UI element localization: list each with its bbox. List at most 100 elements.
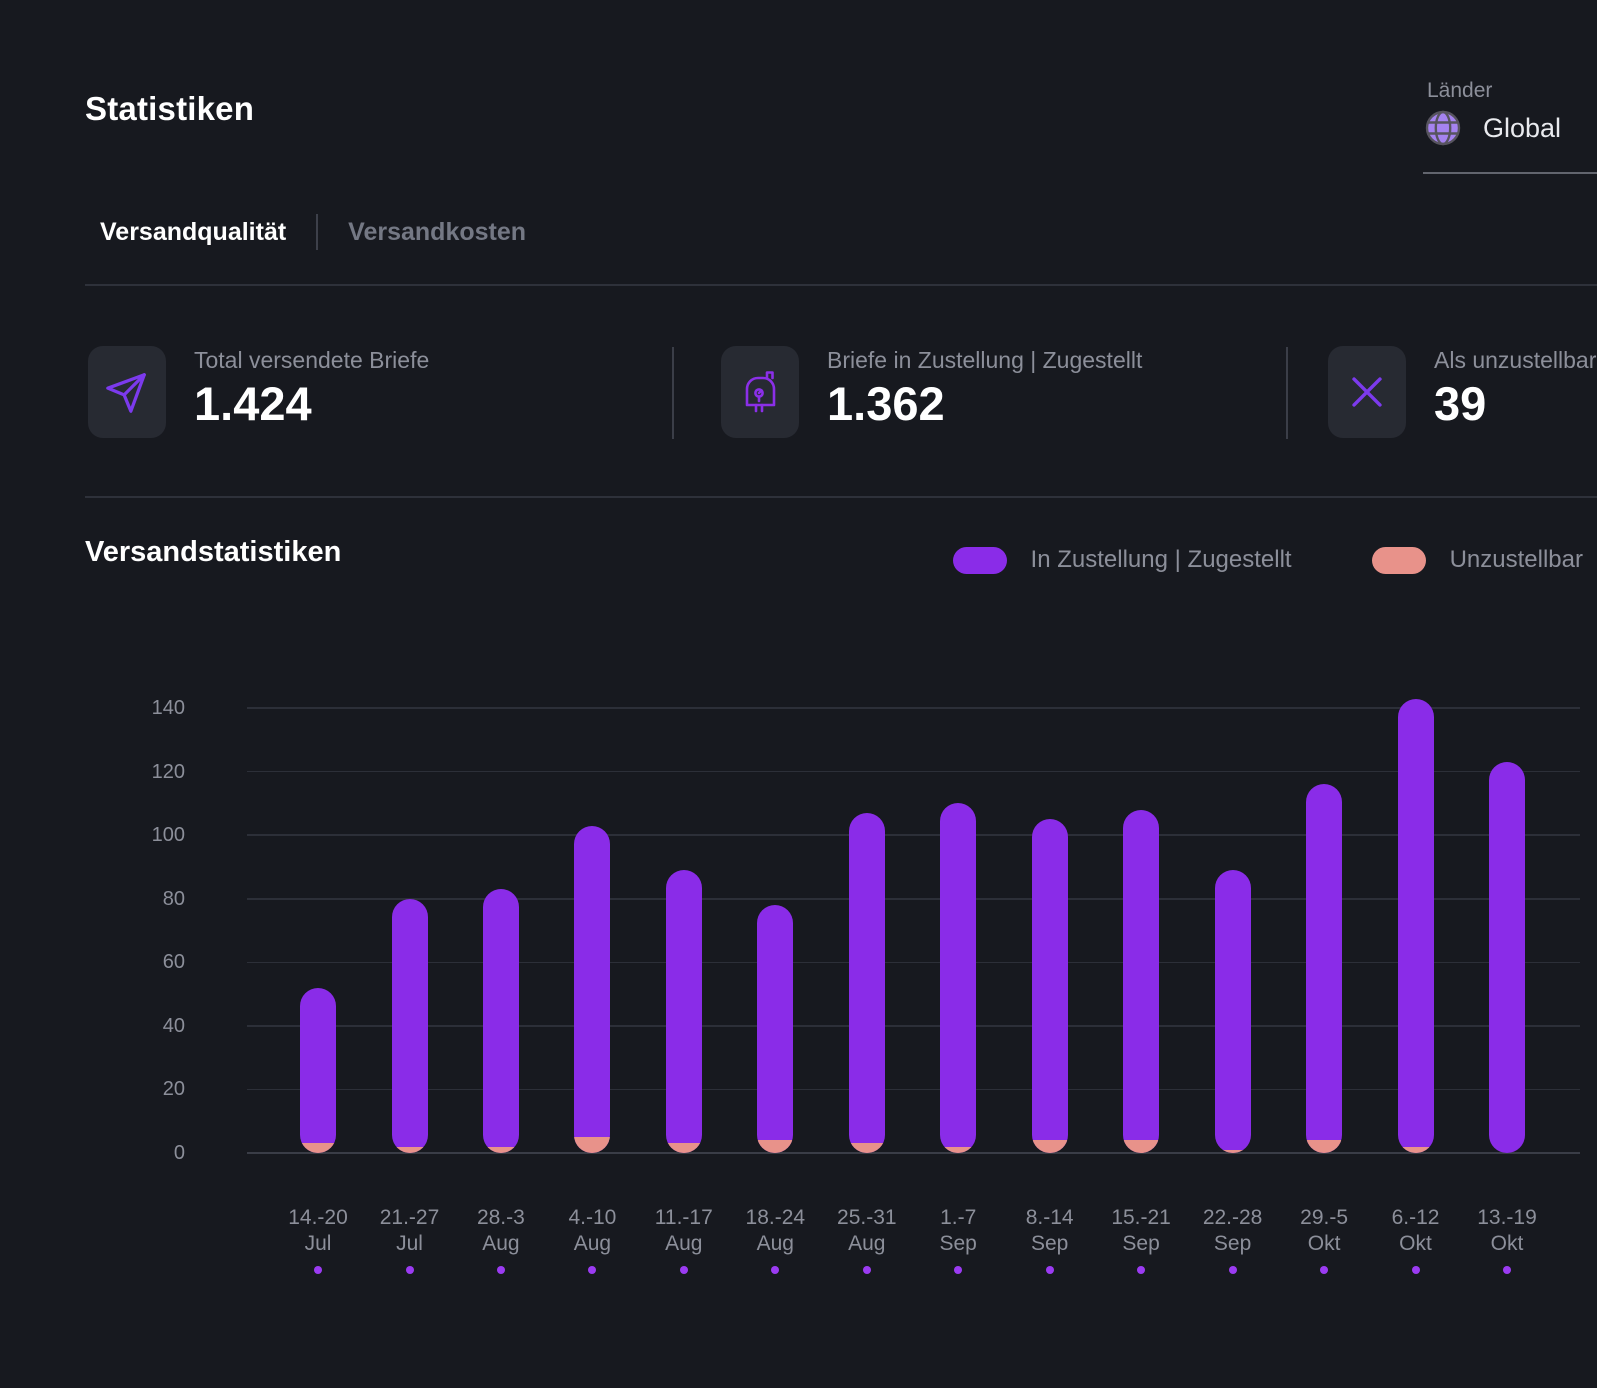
tab-bar: Versandqualität Versandkosten xyxy=(100,214,526,250)
chart-section-title: Versandstatistiken xyxy=(85,536,342,568)
globe-icon xyxy=(1423,108,1463,148)
legend-swatch xyxy=(1371,546,1426,574)
bar-22.-28-Sep[interactable] xyxy=(1214,870,1251,1153)
x-axis-marker-dot xyxy=(405,1266,414,1274)
bar-28.-3-Aug[interactable] xyxy=(482,889,519,1153)
gridline xyxy=(247,898,1580,900)
stat-value: 1.362 xyxy=(827,377,945,430)
x-axis-label: 6.-12 Okt xyxy=(1370,1205,1462,1274)
mailbox-icon xyxy=(721,346,799,438)
x-axis-marker-dot xyxy=(314,1266,322,1274)
legend-item-zugestellt[interactable]: In Zustellung | Zugestellt xyxy=(952,546,1292,574)
bar-chart: 0 20 40 60 80 100 120 140 14.-20 Jul 21.-27 Jul 28.-… xyxy=(0,0,1597,1388)
y-axis-tick-label: 0 xyxy=(173,1142,185,1164)
chart-legend: In Zustellung | Zugestellt Unzustellbar xyxy=(952,546,1583,574)
section-divider xyxy=(85,496,1597,498)
tab-separator xyxy=(316,214,319,250)
x-axis-label: 18.-24 Aug xyxy=(729,1205,821,1274)
gridline xyxy=(247,1088,1580,1091)
gridline xyxy=(247,770,1580,773)
x-axis-label: 1.-7 Sep xyxy=(912,1205,1004,1274)
x-axis-marker-dot xyxy=(1503,1266,1511,1274)
tab-versandkosten[interactable]: Versandkosten xyxy=(348,218,526,247)
bar-11.-17-Aug[interactable] xyxy=(665,870,702,1153)
x-axis-marker-dot xyxy=(862,1266,871,1274)
x-axis-marker-dot xyxy=(1411,1266,1420,1274)
bar-4.-10-Aug[interactable] xyxy=(574,825,611,1153)
bar-21.-27-Jul[interactable] xyxy=(391,898,428,1153)
x-axis-label: 29.-5 Okt xyxy=(1278,1205,1370,1274)
bar-segment-unzustellbar xyxy=(1306,1140,1343,1153)
stat-label: Als unzustellbar xyxy=(1434,347,1597,373)
bar-segment-unzustellbar xyxy=(848,1143,885,1153)
tabs-divider xyxy=(85,284,1597,286)
x-axis-marker-dot xyxy=(1137,1266,1146,1274)
bar-15.-21-Sep[interactable] xyxy=(1123,809,1160,1153)
x-axis-marker-dot xyxy=(588,1266,597,1274)
x-axis-label: 25.-31 Aug xyxy=(821,1205,913,1274)
bar-1.-7-Sep[interactable] xyxy=(940,803,977,1153)
bar-segment-unzustellbar xyxy=(300,1143,336,1153)
gridline xyxy=(247,961,1580,963)
bar-6.-12-Okt[interactable] xyxy=(1397,698,1434,1153)
gridline xyxy=(247,707,1580,709)
stat-card-zugestellt: Briefe in Zustellung | Zugestellt 1.362 xyxy=(721,346,1261,438)
stat-card-unzustellbar: Als unzustellbar 39 xyxy=(1328,346,1597,438)
x-axis-label: 21.-27 Jul xyxy=(364,1205,456,1274)
stat-value: 39 xyxy=(1434,377,1487,430)
stat-card-total: Total versendete Briefe 1.424 xyxy=(88,346,648,438)
x-axis-label: 15.-21 Sep xyxy=(1095,1205,1187,1274)
page-title: Statistiken xyxy=(85,90,255,127)
bar-13.-19-Okt[interactable] xyxy=(1489,762,1525,1153)
x-axis-marker-dot xyxy=(771,1266,780,1274)
x-axis-label: 8.-14 Sep xyxy=(1004,1205,1096,1274)
country-selector-underline xyxy=(1423,172,1597,174)
bar-segment-unzustellbar xyxy=(1031,1140,1068,1154)
x-axis-label: 11.-17 Aug xyxy=(638,1205,730,1274)
legend-swatch xyxy=(952,546,1007,574)
country-selector-value: Global xyxy=(1483,112,1562,143)
bar-segment-unzustellbar xyxy=(1123,1140,1160,1153)
x-axis-marker-dot xyxy=(679,1266,688,1274)
bar-segment-unzustellbar xyxy=(574,1137,611,1153)
x-axis-label: 4.-10 Aug xyxy=(546,1205,638,1274)
legend-item-unzustellbar[interactable]: Unzustellbar xyxy=(1371,546,1583,574)
x-axis-marker-dot xyxy=(1045,1266,1054,1274)
country-selector[interactable]: Global xyxy=(1423,108,1561,148)
cross-icon xyxy=(1328,346,1406,438)
bar-segment-unzustellbar xyxy=(482,1146,519,1153)
country-selector-label: Länder xyxy=(1427,79,1493,102)
bar-8.-14-Sep[interactable] xyxy=(1031,819,1068,1154)
legend-label: Unzustellbar xyxy=(1449,546,1583,573)
y-axis-tick-label: 80 xyxy=(162,887,185,910)
x-axis-marker-dot xyxy=(1320,1266,1329,1274)
y-axis-tick-label: 40 xyxy=(162,1014,185,1037)
y-axis-tick-label: 20 xyxy=(162,1078,185,1101)
bar-segment-unzustellbar xyxy=(665,1143,702,1153)
x-axis-marker-dot xyxy=(954,1266,963,1274)
y-axis-tick-label: 140 xyxy=(151,697,185,719)
bar-29.-5-Okt[interactable] xyxy=(1306,784,1343,1153)
bar-segment-unzustellbar xyxy=(1397,1146,1434,1153)
stat-label: Briefe in Zustellung | Zugestellt xyxy=(827,347,1143,373)
y-axis-tick-label: 60 xyxy=(162,951,185,974)
gridline xyxy=(247,1152,1580,1154)
bar-14.-20-Jul[interactable] xyxy=(300,987,336,1153)
bar-segment-unzustellbar xyxy=(757,1140,794,1153)
x-axis-marker-dot xyxy=(1228,1266,1237,1274)
bar-25.-31-Aug[interactable] xyxy=(848,812,885,1153)
x-axis-label: 14.-20 Jul xyxy=(272,1205,364,1274)
bar-18.-24-Aug[interactable] xyxy=(757,905,794,1153)
tab-versandqualitaet[interactable]: Versandqualität xyxy=(100,218,286,247)
stat-divider xyxy=(672,347,674,439)
stat-label: Total versendete Briefe xyxy=(194,347,430,373)
gridline xyxy=(247,834,1580,836)
gridline xyxy=(247,1025,1580,1027)
bar-segment-unzustellbar xyxy=(1214,1149,1251,1153)
legend-label: In Zustellung | Zugestellt xyxy=(1030,546,1292,573)
x-axis-label: 22.-28 Sep xyxy=(1187,1205,1279,1274)
bar-segment-unzustellbar xyxy=(940,1146,977,1153)
bar-segment-unzustellbar xyxy=(391,1146,428,1153)
y-axis-tick-label: 120 xyxy=(151,760,185,783)
x-axis-label: 13.-19 Okt xyxy=(1461,1205,1553,1274)
